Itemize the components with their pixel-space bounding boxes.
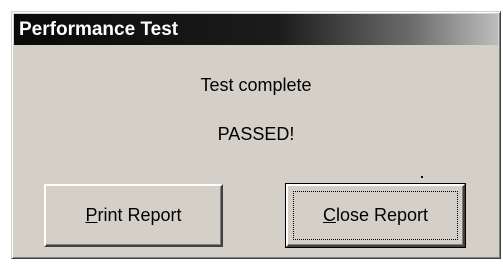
print-report-button[interactable]: Print Report — [44, 184, 223, 247]
result-message: PASSED! — [217, 124, 295, 144]
window-title: Performance Test — [19, 19, 179, 40]
print-report-label: Print Report — [85, 205, 182, 225]
performance-test-dialog: Performance Test Test complete PASSED! P… — [11, 11, 501, 259]
title-bar[interactable]: Performance Test — [14, 14, 498, 45]
close-report-label: Close Report — [322, 205, 429, 225]
status-message: Test complete — [200, 75, 312, 95]
stray-dot — [421, 176, 423, 178]
close-report-button[interactable]: Close Report — [285, 183, 466, 248]
